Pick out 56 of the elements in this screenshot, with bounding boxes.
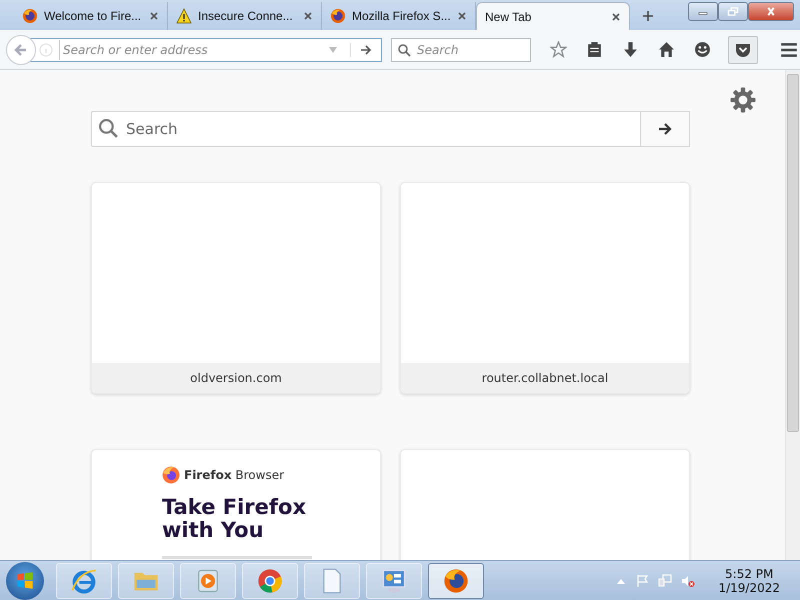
close-icon[interactable] (303, 11, 313, 21)
right-arrow-icon (657, 121, 673, 137)
search-field[interactable]: Search (391, 38, 531, 62)
restore-icon (727, 7, 739, 16)
settings-icon[interactable] (730, 87, 756, 113)
tile-label: router.collabnet.local (401, 363, 689, 393)
star-icon[interactable] (550, 41, 567, 58)
search-submit-button[interactable] (641, 111, 690, 147)
clipboard-icon[interactable] (586, 41, 603, 58)
info-icon (39, 42, 53, 56)
brand-name: Firefox Browser (184, 468, 284, 482)
firefox-icon (330, 8, 346, 24)
clock-date: 1/19/2022 (718, 580, 780, 594)
address-field[interactable]: Search or enter address (30, 38, 382, 62)
close-icon[interactable] (611, 12, 621, 22)
chrome-icon (256, 566, 284, 594)
download-icon[interactable] (622, 41, 639, 58)
pocket-icon (735, 42, 751, 58)
search-icon (98, 118, 119, 139)
browser-tab[interactable]: New Tab (476, 2, 630, 30)
close-icon[interactable] (457, 11, 467, 21)
scroll-thumb[interactable] (787, 74, 799, 432)
clock-time: 5:52 PM (725, 566, 774, 580)
minimize-button[interactable] (688, 2, 718, 21)
back-arrow-icon (13, 42, 29, 58)
restore-button[interactable] (718, 2, 748, 21)
firefox-logo-icon (162, 466, 180, 484)
taskbar-button[interactable] (428, 562, 484, 598)
firefox-icon (442, 566, 470, 594)
site-tile[interactable]: oldversion.com (91, 182, 381, 394)
back-button[interactable] (6, 34, 36, 64)
close-icon[interactable] (149, 11, 159, 21)
smiley-icon[interactable] (694, 41, 711, 58)
tab-title: Insecure Conne... (198, 9, 294, 23)
menu-icon[interactable] (780, 40, 798, 58)
pocket-button[interactable] (728, 36, 758, 64)
site-tile[interactable]: router.collabnet.local (400, 182, 690, 394)
home-icon[interactable] (658, 41, 675, 58)
promo-headline: Take Firefox with You (162, 496, 307, 542)
clock[interactable]: 5:52 PM 1/19/2022 (718, 566, 780, 594)
muted-speaker-icon[interactable] (681, 574, 696, 588)
tab-title: New Tab (485, 10, 532, 24)
warning-icon (176, 8, 192, 24)
search-icon (397, 42, 411, 56)
new-tab-icon[interactable] (642, 10, 654, 22)
close-window-button[interactable] (748, 2, 794, 21)
ie-icon (70, 566, 98, 594)
search-field[interactable]: Search (91, 111, 641, 147)
firefox-icon (22, 8, 38, 24)
scrollbar[interactable] (785, 70, 800, 560)
close-icon (765, 7, 777, 16)
tab-title: Mozilla Firefox S... (352, 9, 451, 23)
start-button[interactable] (6, 562, 44, 600)
site-tile[interactable]: Firefox Browser Take Firefox with You (91, 449, 381, 560)
tab-title: Welcome to Fire... (44, 9, 142, 23)
tile-label: oldversion.com (92, 363, 380, 393)
